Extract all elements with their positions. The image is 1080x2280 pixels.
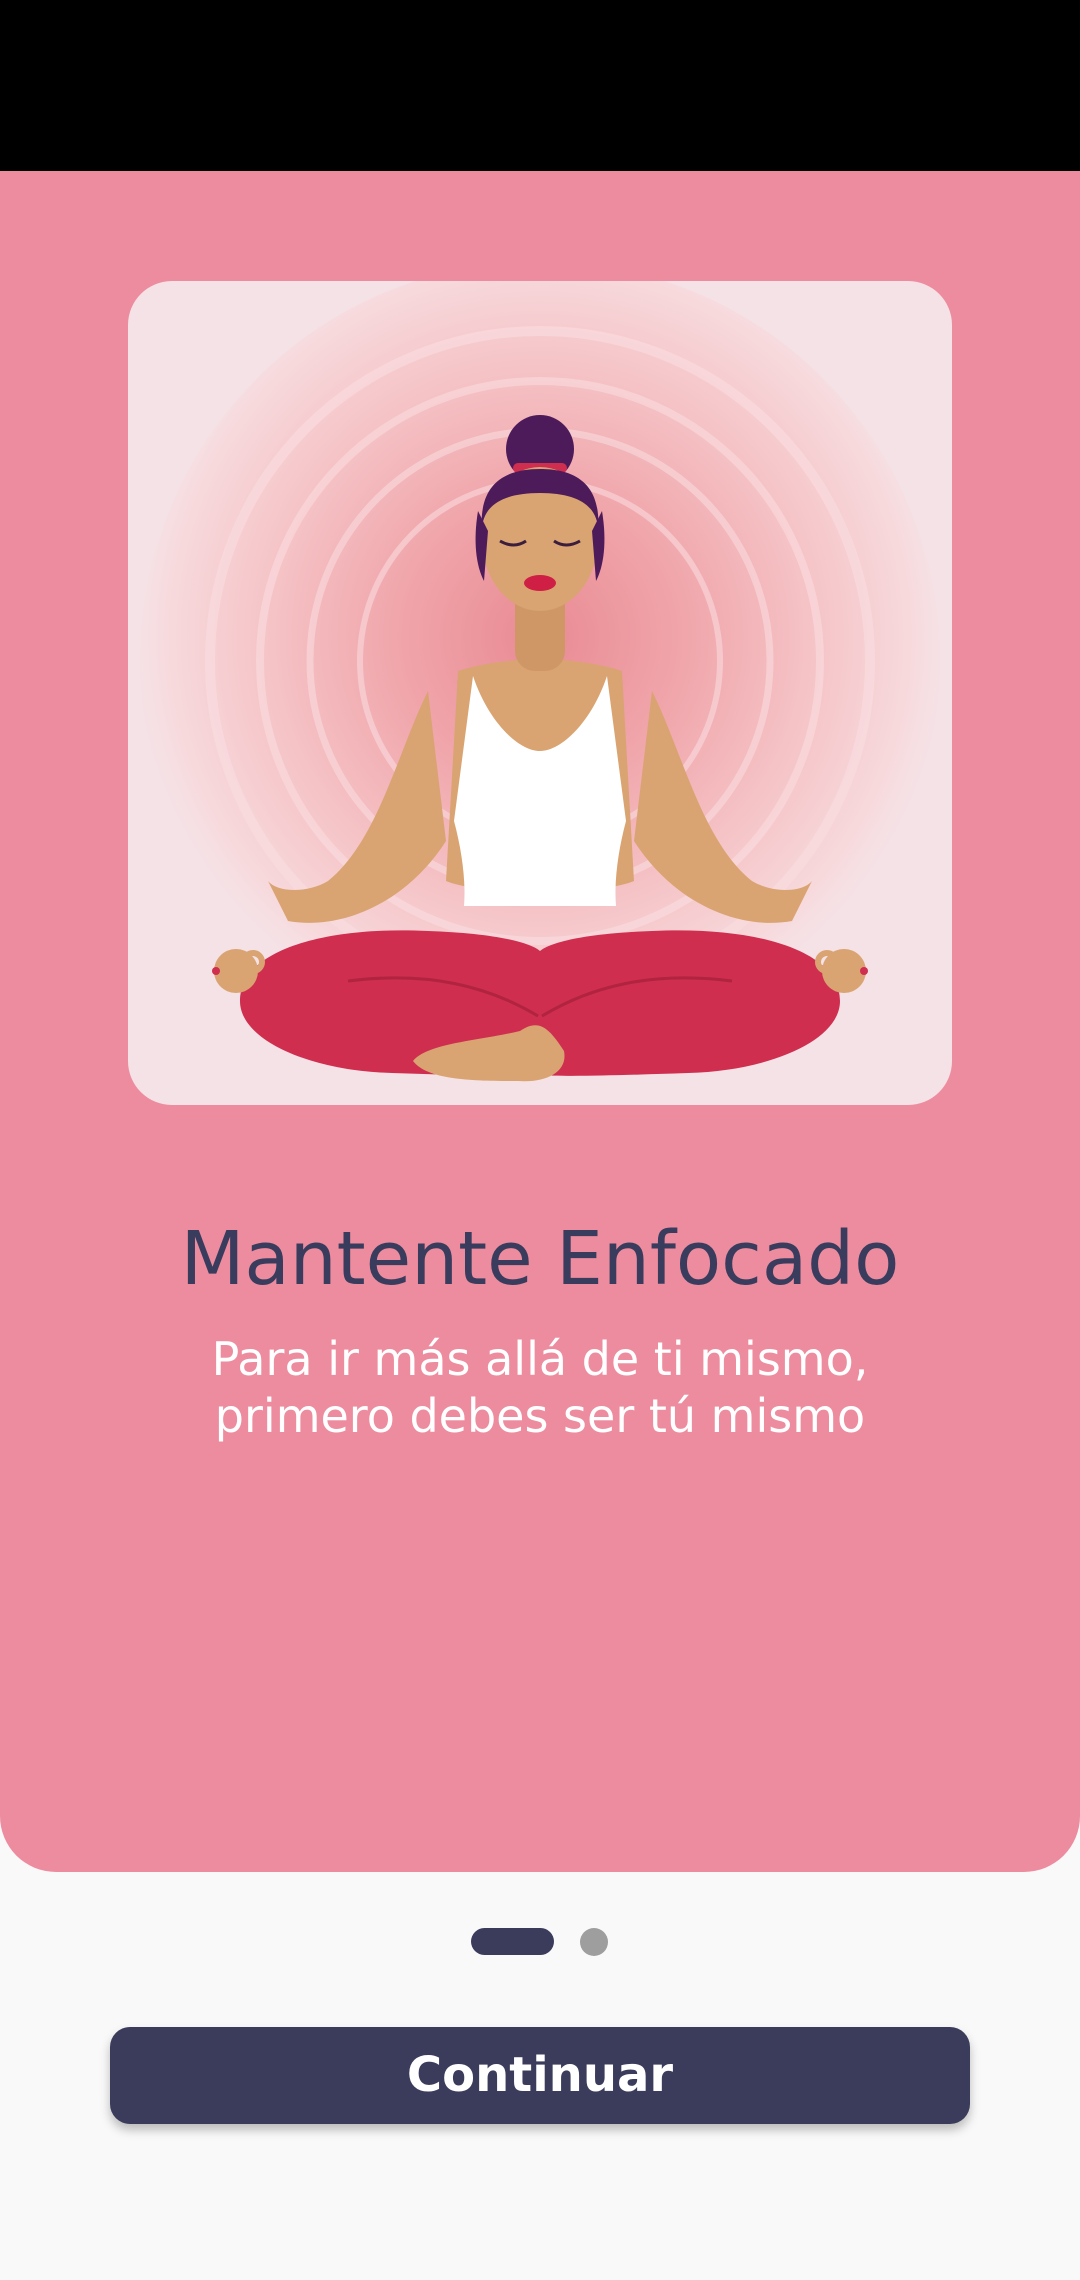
status-bar <box>0 0 1080 171</box>
page-indicator <box>0 1928 1080 1956</box>
illustration-card <box>128 281 952 1105</box>
page-subtitle: Para ir más allá de ti mismo, primero de… <box>211 1332 869 1443</box>
page-indicator-dot[interactable] <box>580 1928 608 1956</box>
page-indicator-dot-active[interactable] <box>471 1928 554 1955</box>
meditating-woman-illustration <box>140 281 940 1082</box>
continue-button[interactable]: Continuar <box>110 2027 970 2124</box>
onboarding-panel: Mantente Enfocado Para ir más allá de ti… <box>0 171 1080 1872</box>
page-title: Mantente Enfocado <box>180 1216 900 1302</box>
